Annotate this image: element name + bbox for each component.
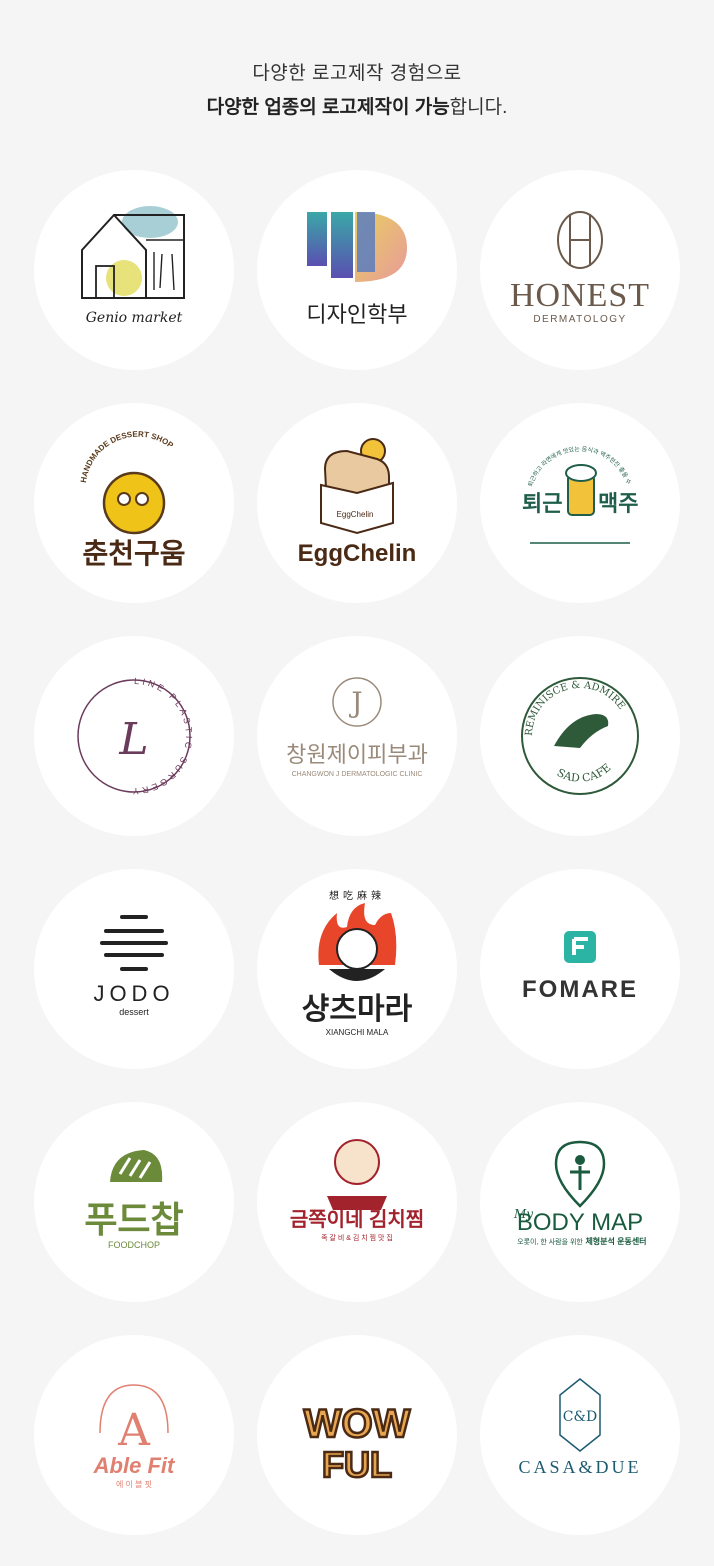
logo-line-plastic: LINE PLASTIC SURGERY L [34,636,234,836]
mala-top-text: 想吃麻辣 [329,889,385,902]
logo-honest: HONEST DERMATOLOGY [480,170,680,370]
logo-genio-market: Genio market [34,170,234,370]
beer-text-right: 맥주 [598,491,638,516]
kimchi-pot-icon [327,1196,387,1210]
ablefit-monogram: A [117,1405,151,1456]
intro-line-2-bold: 다양한 업종의 로고제작이 가능 [206,97,450,118]
mala-bowl-icon [329,969,385,981]
ablefit-text: Able Fit [93,1453,176,1478]
intro-line-1: 다양한 로고제작 경험으로 [252,63,462,84]
chuncheon-eye-r [135,492,149,506]
beer-text-left: 퇴근 [522,491,562,516]
plastic-monogram: L [118,714,148,765]
logo-after-work-beer: 퇴근하고 라면에게 맛있는 음식과 맥주한잔 좋을 수 있는 곳 퇴근 맥주 [480,403,680,603]
genio-text: Genio market [86,310,183,326]
jodo-text: JODO [93,981,174,1006]
logo-sad-cafe: REMINISCE & ADMIRE SAD CAFE [480,636,680,836]
honest-text: HONEST [510,277,650,314]
bodymap-sub2: 체형분석 운동센터 [585,1236,646,1246]
bodymap-figure-head [575,1155,585,1165]
logo-kimchi-jjim: 금쪽이네 김치찜 족 갈 비 & 김 치 찜 맛 집 [257,1102,457,1302]
chuncheon-text: 춘천구움 [82,538,185,569]
kimchi-text: 금쪽이네 김치찜 [290,1208,424,1231]
sad-bird-icon [554,714,609,748]
logo-eggchelin: EggChelin EggChelin [257,403,457,603]
ablefit-sub: 에 이 블 핏 [116,1479,152,1489]
jodo-sub: dessert [119,1007,149,1017]
jodo-icon [100,915,168,971]
wowful-text-bottom: FUL [322,1444,392,1485]
intro-line-2-rest: 합니다. [449,97,508,118]
logo-xiangchi-mala: 想吃麻辣 샹츠마라 XIANGCHI MALA [257,869,457,1069]
intro-line-2: 다양한 업종의 로고제작이 가능합니다. [0,94,714,122]
logo-foodchop: 푸드찹 FOODCHOP [34,1102,234,1302]
wowful-text-top: WOW [304,1402,411,1446]
chuncheon-character-icon [102,471,166,535]
intro-heading: 다양한 로고제작 경험으로 다양한 업종의 로고제작이 가능합니다. [0,60,714,122]
design-text: 디자인학부 [306,302,407,327]
changwon-text: 창원제이피부과 [286,742,428,767]
bodymap-text: BODY MAP [517,1209,643,1236]
chuncheon-eye-l [117,492,131,506]
logo-casa-due: C&D CASA&DUE [480,1335,680,1535]
bodymap-figure [570,1166,590,1190]
honest-monogram-lines [569,214,591,266]
logo-my-body-map: My BODY MAP 오롯이, 한 사람을 위한 체형분석 운동센터 [480,1102,680,1302]
beer-foam [565,464,597,482]
sad-bottom-text: SAD CAFE [555,761,614,785]
honest-sub: DERMATOLOGY [533,314,626,325]
sad-arc-bottom: SAD CAFE [555,761,614,785]
design-bar-1 [307,212,327,266]
genio-clothes [153,252,175,291]
logo-jodo: JODO dessert [34,869,234,1069]
casa-text: CASA&DUE [518,1457,641,1477]
beer-arc-text: 퇴근하고 라면에게 맛있는 음식과 맥주한잔 좋을 수 있는 곳 [480,403,632,488]
foodchop-text: 푸드찹 [84,1199,183,1240]
changwon-sub: CHANGWON J DERMATOLOGIC CLINIC [292,771,423,778]
mala-sub: XIANGCHI MALA [326,1028,389,1037]
logo-fomare: FOMARE [480,869,680,1069]
logo-chuncheon-baking: HANDMADE DESSERT SHOP 춘천구움 [34,403,234,603]
eggchelin-box-label: EggChelin [337,510,374,519]
foodchop-sub: FOODCHOP [108,1240,160,1250]
logo-changwon-derma: J 창원제이피부과 CHANGWON J DERMATOLOGIC CLINIC [257,636,457,836]
bodymap-sub: 오롯이, 한 사람을 위한 [517,1237,583,1246]
kimchi-sub: 족 갈 비 & 김 치 찜 맛 집 [321,1233,393,1242]
logo-able-fit: A Able Fit 에 이 블 핏 [34,1335,234,1535]
mala-text: 샹츠마라 [302,993,413,1026]
mala-tiger-icon [336,928,378,970]
changwon-monogram: J [348,686,362,719]
kimchi-character-icon [334,1139,380,1185]
logo-design-school: 디자인학부 [257,170,457,370]
design-bar-3 [357,212,375,272]
fomare-text: FOMARE [522,976,638,1003]
logo-wow-ful: WOW FUL [257,1335,457,1535]
eggchelin-text: EggChelin [298,540,417,567]
design-bar-2 [331,212,353,278]
beer-sub: 퇴근하고 라면에게 맛있는 음식과 맥주한잔 좋을 수 있는 곳 [480,403,632,488]
casa-emblem-text: C&D [563,1409,597,1425]
